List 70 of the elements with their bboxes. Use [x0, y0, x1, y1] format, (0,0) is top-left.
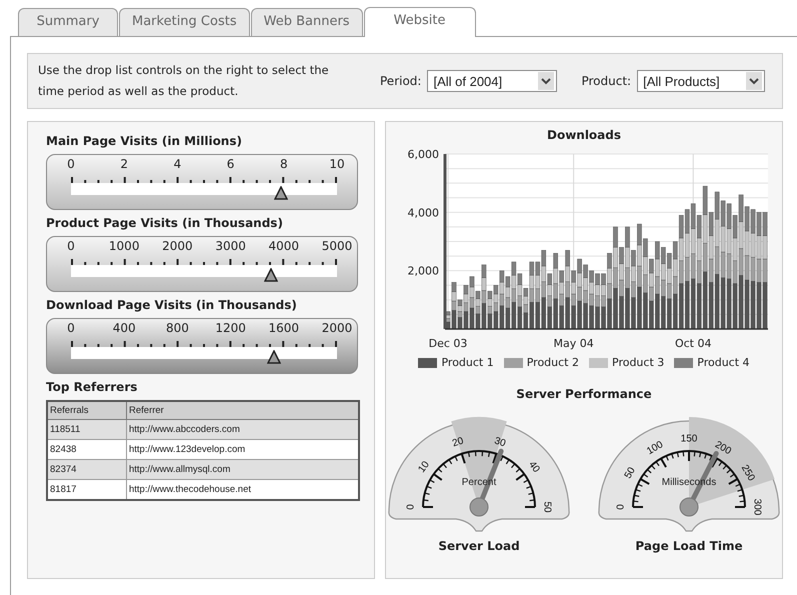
- gauge-scale-label: 100: [645, 439, 666, 458]
- section-title: Server Performance: [516, 387, 652, 401]
- gauge-scale-label: 200: [712, 439, 733, 458]
- gauge-scale-label: 50: [541, 501, 552, 513]
- tab[interactable]: Web Banners: [250, 8, 363, 36]
- x-tick-label: Dec 03: [428, 337, 467, 350]
- gauge-scale-label: 20: [451, 436, 466, 450]
- scale-label: 1000: [108, 239, 140, 253]
- scale-label: 10: [329, 157, 345, 171]
- column-header: Referrer: [126, 401, 359, 420]
- table-cell: 82374: [47, 460, 126, 480]
- scale-label: 400: [112, 321, 136, 335]
- slider-title: Product Page Visits (in Thousands): [46, 216, 284, 230]
- gauge-scale-label: 50: [622, 466, 638, 481]
- table-cell: http://www.abccoders.com: [126, 420, 359, 440]
- tab[interactable]: Summary: [18, 8, 118, 36]
- gauge-scale-label: 30: [492, 436, 507, 450]
- scale-label: 0: [67, 239, 75, 253]
- dropdown[interactable]: [All Products]: [637, 70, 766, 92]
- scale-label: 6: [226, 157, 234, 171]
- scale-label: 3000: [215, 239, 246, 253]
- filter-label: Period:: [380, 74, 422, 88]
- column-header: Referrals: [47, 401, 126, 420]
- scale-label: 2000: [162, 239, 193, 253]
- scale-label: 800: [166, 321, 189, 335]
- gauge-title: Page Load Time: [635, 539, 743, 553]
- scale-label: 0: [67, 157, 75, 171]
- scale-label: 1200: [215, 321, 246, 335]
- tab[interactable]: Website: [364, 7, 476, 37]
- slider-title: Download Page Visits (in Thousands): [46, 298, 298, 312]
- y-tick-label: 6,000: [407, 148, 438, 161]
- gauge-scale-label: 250: [738, 463, 757, 484]
- legend-label: Product 3: [612, 356, 664, 369]
- tab[interactable]: Marketing Costs: [119, 8, 250, 36]
- table-cell: http://www.allmysql.com: [126, 460, 359, 480]
- dropdown[interactable]: [All of 2004]: [427, 70, 558, 92]
- gauge-scale-label: 300: [751, 498, 762, 516]
- gauge-scale-label: 10: [416, 459, 432, 475]
- gauge-unit: Milliseconds: [662, 477, 716, 488]
- filter-label: Product:: [581, 74, 632, 88]
- scale-label: 2000: [322, 321, 352, 335]
- table-cell: 82438: [47, 440, 126, 460]
- scale-label: 0: [67, 321, 75, 335]
- table-cell: 118511: [47, 420, 126, 440]
- scale-label: 8: [280, 157, 288, 171]
- legend-label: Product 4: [697, 356, 750, 369]
- table-cell: http://www.123develop.com: [126, 440, 359, 460]
- gauge-scale-label: 0: [406, 504, 417, 510]
- scale-label: 2: [120, 157, 128, 171]
- scale-label: 4000: [268, 239, 300, 253]
- x-tick-label: May 04: [552, 337, 594, 350]
- table-title: Top Referrers: [46, 380, 138, 394]
- chart-title: Downloads: [546, 128, 622, 142]
- instructions-text: Use the drop list controls on the right to select the time period as well as the product.: [38, 62, 330, 100]
- table-cell: 81817: [47, 480, 126, 500]
- gauge-scale-label: 0: [616, 504, 627, 510]
- table-cell: http://www.thecodehouse.net: [126, 480, 359, 500]
- gauge-unit: Percent: [462, 477, 496, 488]
- scale-label: 4: [174, 157, 182, 171]
- legend-label: Product 1: [441, 356, 494, 369]
- legend-label: Product 2: [526, 356, 579, 369]
- y-tick-label: 2,000: [407, 264, 438, 278]
- gauge-title: Server Load: [438, 539, 520, 553]
- x-tick-label: Oct 04: [674, 337, 711, 350]
- y-tick-label: 4,000: [407, 206, 438, 220]
- gauge-scale-label: 40: [526, 459, 542, 475]
- scale-label: 5000: [322, 239, 352, 253]
- gauge-scale-label: 150: [680, 434, 698, 445]
- scale-label: 1600: [268, 321, 300, 335]
- slider-title: Main Page Visits (in Millions): [46, 134, 243, 148]
